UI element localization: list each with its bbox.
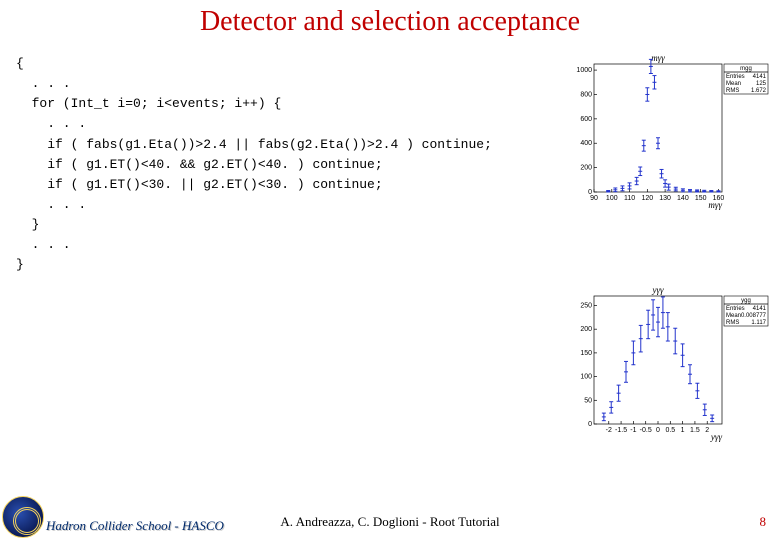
svg-text:mγγ: mγγ	[708, 200, 722, 210]
svg-text:110: 110	[624, 195, 635, 202]
svg-text:600: 600	[580, 116, 592, 123]
svg-text:1000: 1000	[576, 67, 592, 74]
svg-text:RMS: RMS	[726, 320, 739, 326]
svg-text:1: 1	[681, 427, 685, 434]
svg-text:250: 250	[580, 302, 592, 309]
svg-text:Mean: Mean	[726, 81, 741, 87]
chart-mgg: 9010011012013014015016002004006008001000…	[566, 50, 770, 210]
svg-text:1.672: 1.672	[751, 88, 767, 94]
svg-text:Entries: Entries	[726, 306, 745, 312]
footer-page-number: 8	[760, 514, 767, 530]
code-line: . . .	[16, 237, 71, 252]
svg-text:-0.5: -0.5	[640, 427, 652, 434]
svg-text:mgg: mgg	[740, 66, 752, 72]
code-line: . . .	[16, 76, 71, 91]
svg-text:RMS: RMS	[726, 88, 739, 94]
svg-text:150: 150	[695, 195, 707, 202]
svg-text:2: 2	[705, 427, 709, 434]
svg-text:150: 150	[580, 350, 592, 357]
svg-text:1.5: 1.5	[690, 427, 700, 434]
code-line: if ( g1.ET()<40. && g2.ET()<40. ) contin…	[16, 157, 383, 172]
svg-text:Mean: Mean	[726, 313, 741, 319]
svg-text:-2: -2	[606, 427, 612, 434]
svg-text:200: 200	[580, 326, 592, 333]
footer-credit: A. Andreazza, C. Doglioni - Root Tutoria…	[0, 514, 780, 530]
svg-text:100: 100	[606, 195, 618, 202]
code-line: . . .	[16, 197, 86, 212]
svg-text:100: 100	[580, 374, 592, 381]
svg-text:yγγ: yγγ	[651, 285, 664, 295]
svg-text:4141: 4141	[753, 74, 767, 80]
svg-text:400: 400	[580, 140, 592, 147]
svg-text:Entries: Entries	[726, 74, 745, 80]
svg-text:140: 140	[677, 195, 689, 202]
svg-text:125: 125	[756, 81, 767, 87]
svg-text:ygg: ygg	[741, 298, 751, 304]
code-line: {	[16, 56, 24, 71]
page-title: Detector and selection acceptance	[0, 6, 780, 38]
svg-text:50: 50	[584, 397, 592, 404]
svg-text:90: 90	[590, 195, 598, 202]
svg-text:800: 800	[580, 91, 592, 98]
code-line: if ( g1.ET()<30. || g2.ET()<30. ) contin…	[16, 177, 383, 192]
svg-text:-1.5: -1.5	[615, 427, 627, 434]
svg-text:0.5: 0.5	[665, 427, 675, 434]
code-line: if ( fabs(g1.Eta())>2.4 || fabs(g2.Eta()…	[16, 137, 492, 152]
svg-text:200: 200	[580, 165, 592, 172]
code-line: }	[16, 217, 39, 232]
code-line: . . .	[16, 116, 86, 131]
code-line: for (Int_t i=0; i<events; i++) {	[16, 96, 281, 111]
svg-text:0: 0	[588, 421, 592, 428]
svg-text:0.008777: 0.008777	[741, 313, 767, 319]
code-block: { . . . for (Int_t i=0; i<events; i++) {…	[16, 54, 492, 276]
svg-text:mγγ: mγγ	[651, 53, 665, 63]
svg-text:1.117: 1.117	[751, 320, 766, 326]
svg-text:120: 120	[641, 195, 653, 202]
svg-text:130: 130	[659, 195, 671, 202]
svg-text:-1: -1	[630, 427, 636, 434]
svg-text:0: 0	[588, 189, 592, 196]
code-line: }	[16, 257, 24, 272]
svg-text:4141: 4141	[753, 306, 767, 312]
svg-text:yγγ: yγγ	[710, 432, 723, 442]
chart-ygg: -2-1.5-1 -0.5 0 0.5 1 1.5 2 0 50 100 150 200 250 yγγ y…	[566, 282, 770, 442]
svg-text:0: 0	[656, 427, 660, 434]
